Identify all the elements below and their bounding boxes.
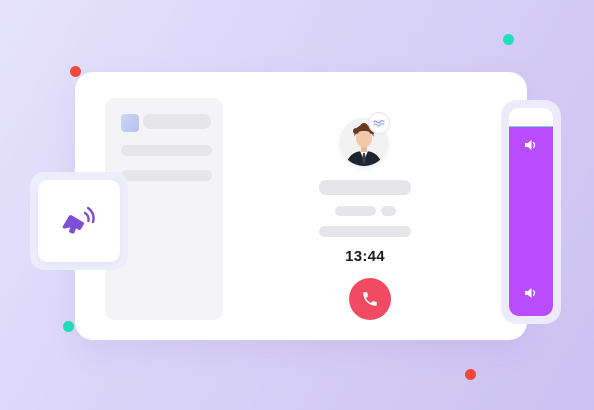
- decorative-dot: [465, 369, 476, 380]
- end-call-button[interactable]: [349, 278, 391, 320]
- placeholder-line: [143, 114, 211, 129]
- wave-icon: [368, 112, 390, 134]
- phone-hangup-icon: [363, 292, 377, 306]
- speaker-icon: [62, 206, 95, 234]
- volume-icon[interactable]: [523, 286, 539, 300]
- call-timer: 13:44: [345, 248, 385, 265]
- illustration-stage: 13:44: [0, 0, 594, 410]
- volume-icon[interactable]: [523, 138, 539, 152]
- image-thumbnail-icon: [121, 114, 139, 132]
- volume-slider[interactable]: [509, 108, 553, 316]
- speaker-button[interactable]: [38, 180, 120, 262]
- decorative-dot: [70, 66, 81, 77]
- speaker-button-frame: [30, 172, 128, 270]
- decorative-dot: [63, 321, 74, 332]
- volume-slider-frame: [501, 100, 561, 324]
- placeholder-line: [381, 206, 396, 216]
- decorative-dot: [503, 34, 514, 45]
- call-window: 13:44: [75, 72, 527, 340]
- placeholder-line: [319, 226, 411, 237]
- placeholder-line: [335, 206, 376, 216]
- placeholder-line: [121, 145, 212, 156]
- placeholder-line: [121, 170, 212, 181]
- caller-name-placeholder: [319, 180, 411, 195]
